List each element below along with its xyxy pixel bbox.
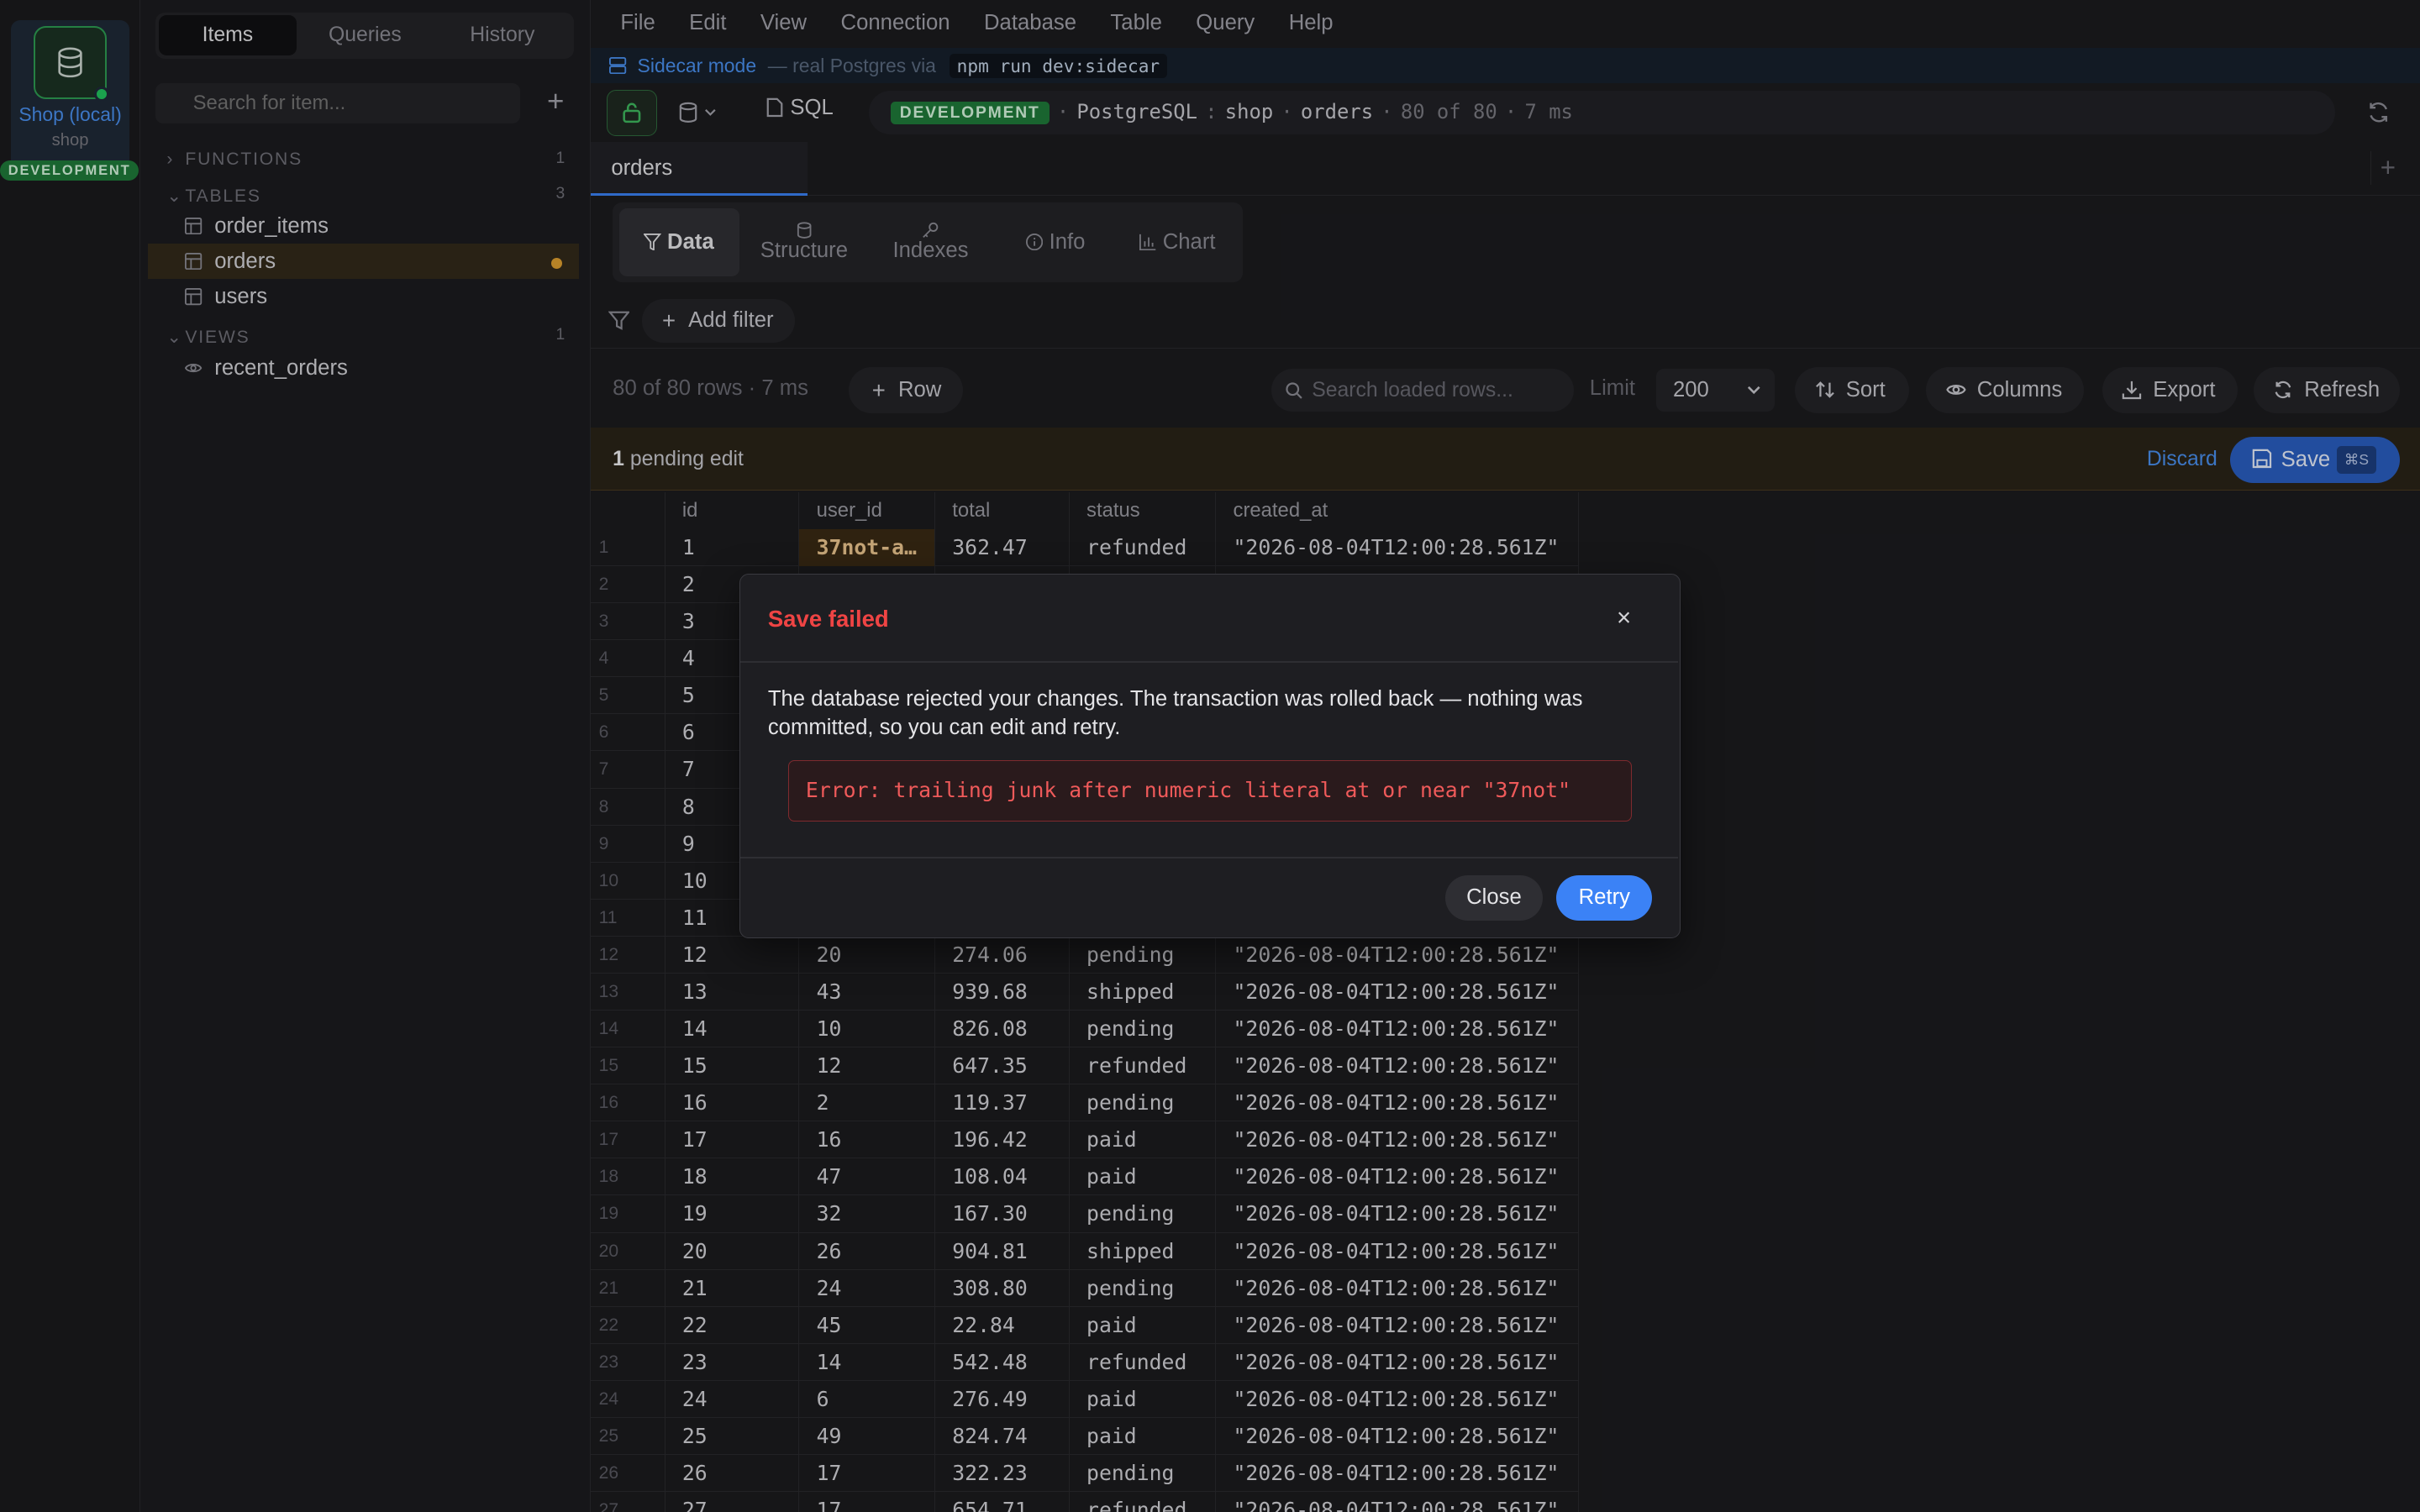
dialog-title: Save failed [767, 605, 889, 632]
divider [739, 857, 1679, 859]
close-button[interactable]: Close [1445, 875, 1543, 921]
save-failed-dialog: Save failed × The database rejected your… [739, 574, 1681, 938]
retry-button[interactable]: Retry [1556, 875, 1653, 921]
divider [739, 661, 1679, 663]
dialog-message: The database rejected your changes. The … [767, 687, 1583, 739]
dialog-close-icon[interactable]: × [1617, 604, 1631, 633]
error-message: Error: trailing junk after numeric liter… [787, 759, 1633, 822]
